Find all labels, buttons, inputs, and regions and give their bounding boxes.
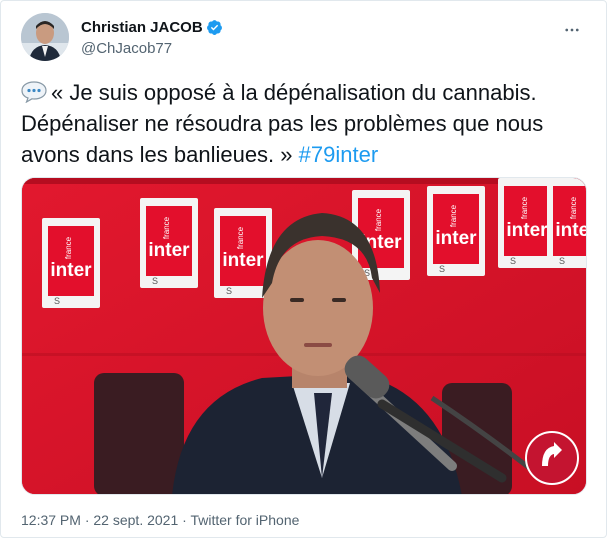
tweet-body: « Je suis opposé à la dépénalisation du … xyxy=(21,80,544,167)
speech-balloon-emoji xyxy=(21,80,47,104)
tweet-source[interactable]: Twitter for iPhone xyxy=(190,512,299,528)
video-frame: france inter S xyxy=(22,178,586,494)
meta-separator: · xyxy=(182,512,187,528)
tweet-text: « Je suis opposé à la dépénalisation du … xyxy=(21,77,591,170)
hashtag-link[interactable]: #79inter xyxy=(299,142,379,167)
avatar-photo xyxy=(21,13,69,61)
tweet-time[interactable]: 12:37 PM xyxy=(21,512,81,528)
video-thumbnail[interactable]: france inter S xyxy=(21,177,587,495)
more-options-icon[interactable] xyxy=(561,19,583,41)
tweet-card: Christian JACOB @ChJacob77 « Je suis opp… xyxy=(0,0,607,538)
tweet-header: Christian JACOB @ChJacob77 xyxy=(21,13,591,63)
author-info: Christian JACOB @ChJacob77 xyxy=(81,19,223,57)
display-name[interactable]: Christian JACOB xyxy=(81,19,203,36)
tweet-meta: 12:37 PM · 22 sept. 2021 · Twitter for i… xyxy=(21,512,299,528)
tweet-date[interactable]: 22 sept. 2021 xyxy=(93,512,178,528)
avatar[interactable] xyxy=(21,13,69,61)
verified-badge-icon xyxy=(206,19,223,36)
meta-separator: · xyxy=(84,512,90,528)
handle[interactable]: @ChJacob77 xyxy=(81,40,223,57)
